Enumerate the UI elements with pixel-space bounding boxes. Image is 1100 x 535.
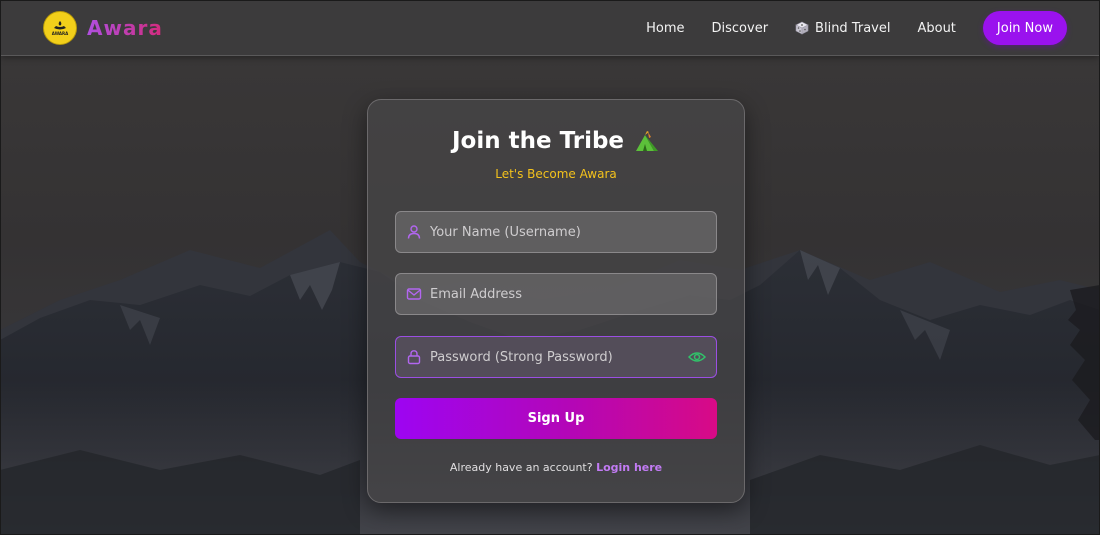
login-prompt: Already have an account? Login here [368,461,744,474]
nav-home[interactable]: Home [646,21,684,36]
password-field[interactable] [395,336,717,378]
nav-blind-travel-label: Blind Travel [815,20,891,36]
lock-icon [406,349,422,365]
logo-text: AWARA [51,31,69,36]
eye-icon[interactable] [688,350,706,364]
brand-name: Awara [87,16,163,40]
username-input[interactable] [430,224,716,240]
card-subtitle: Let's Become Awara [495,167,617,181]
dice-icon [795,21,809,35]
card-title-text: Join the Tribe [451,128,625,154]
join-now-button[interactable]: Join Now [982,11,1067,45]
card-title: Join the Tribe [368,128,744,154]
nav-blind-travel[interactable]: Blind Travel [795,21,890,36]
navbar: AWARA Awara Home Discover Blind Travel A… [1,1,1099,56]
logo: AWARA [43,11,77,45]
mail-icon [406,286,422,302]
sign-up-button[interactable]: Sign Up [395,398,717,439]
logo-link[interactable]: AWARA Awara [43,11,163,45]
user-icon [406,224,422,240]
logo-icon [54,21,66,30]
tent-icon [634,129,660,153]
nav-about[interactable]: About [917,21,955,36]
login-link[interactable]: Login here [596,461,662,474]
password-input[interactable] [430,349,688,365]
nav-links: Home Discover Blind Travel About Join No… [646,11,1067,45]
email-field[interactable] [395,273,717,315]
signup-card: Join the Tribe Let's Become Awara Your N… [367,99,745,503]
login-prompt-text: Already have an account? [449,461,593,474]
email-input[interactable] [430,286,716,302]
username-field[interactable] [395,211,717,253]
nav-discover[interactable]: Discover [712,21,769,36]
